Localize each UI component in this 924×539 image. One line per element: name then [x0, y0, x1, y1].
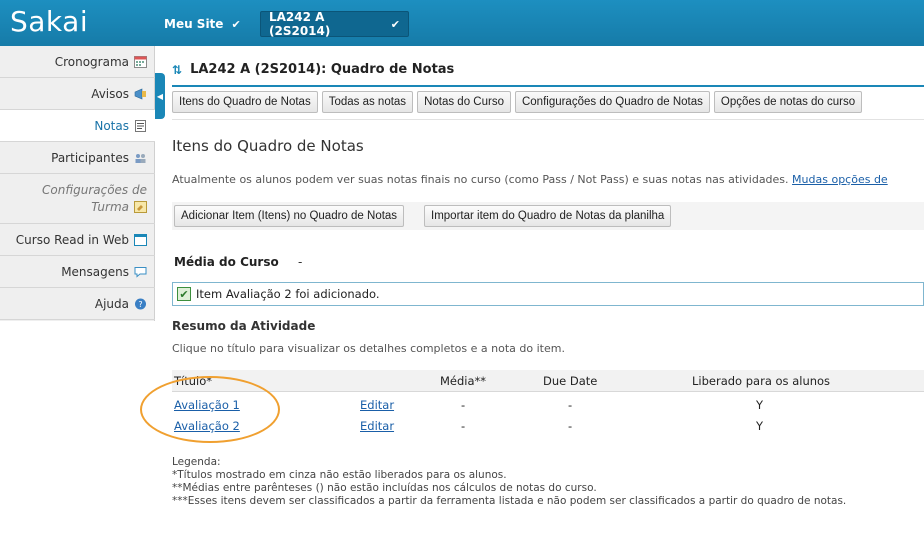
item-due-date: -: [568, 398, 573, 412]
tabs-divider: [172, 119, 924, 120]
legend-line: *Títulos mostrado em cinza não estão lib…: [172, 469, 507, 481]
tab-configuracoes-quadro[interactable]: Configurações do Quadro de Notas: [514, 91, 710, 113]
column-header-average[interactable]: Média**: [440, 370, 486, 392]
sidebar-item-mensagens[interactable]: Mensagens: [0, 256, 155, 288]
sidebar-item-label: Avisos: [91, 86, 129, 101]
summary-heading: Resumo da Atividade: [172, 319, 316, 333]
legend-line: **Médias entre parênteses () não estão i…: [172, 482, 597, 494]
megaphone-icon: [134, 88, 146, 99]
success-message-text: Item Avaliação 2 foi adicionado.: [196, 287, 380, 301]
sidebar-item-label: Mensagens: [61, 264, 129, 279]
sidebar-item-label: Ajuda: [94, 296, 129, 311]
sidebar-item-label-line1: Configurações de: [42, 182, 147, 197]
settings-icon: [134, 201, 147, 213]
course-menu[interactable]: LA242 A (2S2014) ✔: [260, 10, 409, 38]
page-title: ⇅ LA242 A (2S2014): Quadro de Notas: [172, 62, 454, 77]
actions-toolbar: Adicionar Item (Itens) no Quadro de Nota…: [172, 202, 924, 230]
tab-itens-quadro-notas[interactable]: Itens do Quadro de Notas: [172, 91, 318, 113]
import-item-button[interactable]: Importar item do Quadro de Notas da plan…: [424, 205, 672, 227]
edit-link[interactable]: Editar: [360, 419, 394, 433]
sidebar-item-label: Notas: [94, 118, 129, 133]
collapse-sidebar-handle[interactable]: ◀: [155, 73, 165, 119]
calendar-icon: [134, 55, 147, 68]
column-header-title[interactable]: Título*: [174, 370, 212, 392]
gradebook-tabs: Itens do Quadro de Notas Todas as notas …: [172, 91, 866, 113]
sidebar-item-notas[interactable]: Notas: [0, 110, 155, 142]
section-heading: Itens do Quadro de Notas: [172, 137, 364, 155]
my-site-label: Meu Site: [164, 17, 224, 31]
add-item-button[interactable]: Adicionar Item (Itens) no Quadro de Nota…: [174, 205, 405, 227]
success-message: ✔ Item Avaliação 2 foi adicionado.: [172, 282, 924, 306]
tab-opcoes-notas-curso[interactable]: Opções de notas do curso: [713, 91, 863, 113]
course-average-label: Média do Curso: [174, 255, 279, 269]
edit-link[interactable]: Editar: [360, 398, 394, 412]
my-site-menu[interactable]: Meu Site ✔: [156, 11, 249, 37]
chevron-left-icon: ◀: [156, 91, 164, 101]
people-icon: [135, 153, 146, 163]
sidebar-item-label-line2: Turma: [91, 199, 129, 214]
sakai-logo[interactable]: Sakai: [10, 5, 88, 38]
sidebar-item-curso-read-in-web[interactable]: Curso Read in Web: [0, 224, 155, 256]
item-average: -: [461, 398, 466, 412]
sidebar-item-label: Curso Read in Web: [15, 232, 129, 247]
item-released: Y: [756, 398, 764, 412]
checkmark-icon: ✔: [177, 287, 191, 301]
item-due-date: -: [568, 419, 573, 433]
legend-line: ***Esses itens devem ser classificados a…: [172, 495, 847, 507]
top-navigation-bar: Sakai Meu Site ✔ LA242 A (2S2014) ✔: [0, 0, 924, 46]
legend-line: Legenda:: [172, 456, 221, 468]
gradebook-icon: [135, 119, 146, 132]
chevron-down-icon: ✔: [390, 17, 400, 31]
change-options-link[interactable]: Mudas opções de: [792, 173, 888, 186]
sidebar-item-configuracoes-turma[interactable]: Configurações de Turma: [0, 174, 155, 224]
sidebar-item-avisos[interactable]: Avisos: [0, 78, 155, 110]
window-icon: [134, 233, 147, 246]
page-title-text: LA242 A (2S2014): Quadro de Notas: [190, 62, 455, 77]
svg-text:?: ?: [138, 300, 142, 309]
table-row: Avaliação 2 Editar - - Y: [172, 415, 924, 436]
sidebar-item-ajuda[interactable]: Ajuda ?: [0, 288, 155, 320]
column-header-released[interactable]: Liberado para os alunos: [692, 370, 830, 392]
sidebar-item-label: Cronograma: [54, 54, 129, 69]
tool-sidebar: Cronograma Avisos Notas Participantes Co…: [0, 46, 155, 321]
title-divider: [172, 85, 924, 87]
summary-subtitle: Clique no título para visualizar os deta…: [172, 342, 565, 355]
legend: Legenda: *Títulos mostrado em cinza não …: [172, 456, 846, 508]
item-average: -: [461, 419, 466, 433]
refresh-arrows-icon[interactable]: ⇅: [172, 63, 182, 77]
chevron-down-icon: ✔: [231, 17, 241, 31]
course-menu-label: LA242 A (2S2014): [269, 10, 331, 38]
help-icon: ?: [135, 298, 146, 309]
table-row: Avaliação 1 Editar - - Y: [172, 394, 924, 415]
tab-todas-as-notas[interactable]: Todas as notas: [321, 91, 414, 113]
column-header-due-date[interactable]: Due Date: [543, 370, 597, 392]
visibility-notice: Atualmente os alunos podem ver suas nota…: [172, 173, 888, 186]
item-released: Y: [756, 419, 764, 433]
notice-text: Atualmente os alunos podem ver suas nota…: [172, 173, 789, 186]
sidebar-item-cronograma[interactable]: Cronograma: [0, 46, 155, 78]
item-title-link[interactable]: Avaliação 1: [174, 398, 240, 412]
tab-notas-do-curso[interactable]: Notas do Curso: [417, 91, 511, 113]
speech-bubble-icon: [134, 266, 147, 278]
course-average-value: -: [298, 255, 303, 269]
sidebar-item-participantes[interactable]: Participantes: [0, 142, 155, 174]
item-title-link[interactable]: Avaliação 2: [174, 419, 240, 433]
sidebar-item-label: Participantes: [51, 150, 129, 165]
table-header: Título* Média** Due Date Liberado para o…: [172, 370, 924, 392]
